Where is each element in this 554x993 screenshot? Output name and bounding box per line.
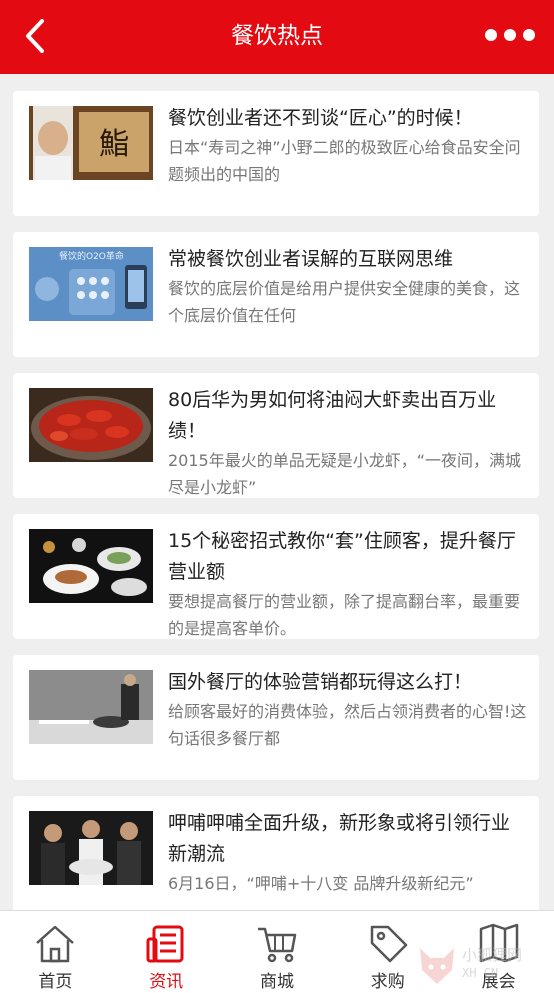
news-icon bbox=[146, 925, 184, 963]
more-button[interactable] bbox=[484, 24, 536, 46]
article-card[interactable]: 国外餐厅的体验营销都玩得这么打！ 给顾客最好的消费体验，然后占领消费者的心智!这… bbox=[13, 655, 539, 780]
article-desc: 给顾客最好的消费体验，然后占领消费者的心智!这句话很多餐厅都 bbox=[168, 702, 527, 748]
article-list: 鮨 餐饮创业者还不到谈“匠心”的时候！ 日本“寿司之神”小野二郎的极致匠心给食品… bbox=[13, 91, 539, 937]
article-card[interactable]: 餐饮的O2O革命 常被餐饮创业者误解的互联网思维 餐饮的底层价值是给用户提供安全… bbox=[13, 232, 539, 357]
tab-label: 首页 bbox=[38, 972, 73, 992]
article-title: 常被餐饮创业者误解的互联网思维 bbox=[168, 248, 454, 270]
article-title: 国外餐厅的体验营销都玩得这么打！ bbox=[168, 671, 473, 693]
article-thumbnail bbox=[29, 811, 153, 885]
watermark-text: 小狐狸网 bbox=[462, 946, 523, 964]
chevron-left-icon bbox=[26, 19, 44, 53]
article-desc: 要想提高餐厅的营业额，除了提高翻台率，最重要的是提高客单价。 bbox=[168, 592, 521, 636]
article-desc: 日本“寿司之神”小野二郎的极致匠心给食品安全问题频出的中国的 bbox=[168, 138, 521, 184]
article-thumbnail bbox=[29, 670, 153, 744]
article-card[interactable]: 鮨 餐饮创业者还不到谈“匠心”的时候！ 日本“寿司之神”小野二郎的极致匠心给食品… bbox=[13, 91, 539, 216]
tab-home[interactable]: 首页 bbox=[0, 911, 111, 993]
article-card[interactable]: 80后华为男如何将油闷大虾卖出百万业绩！ 2015年最火的单品无疑是小龙虾，“一… bbox=[13, 373, 539, 498]
thumb-banner-text: 餐饮的O2O革命 bbox=[59, 250, 124, 262]
article-desc: 6月16日，“呷哺+十八变 品牌升级新纪元” bbox=[168, 874, 474, 893]
tab-label: 资讯 bbox=[149, 972, 184, 992]
tab-news[interactable]: 资讯 bbox=[111, 911, 222, 993]
watermark-subtext: XH CN bbox=[462, 966, 499, 980]
tab-mall[interactable]: 商城 bbox=[222, 911, 333, 993]
article-title: 80后华为男如何将油闷大虾卖出百万业绩！ bbox=[168, 389, 497, 442]
article-title: 呷哺呷哺全面升级，新形象或将引领行业新潮流 bbox=[168, 812, 511, 865]
article-desc: 2015年最火的单品无疑是小龙虾，“一夜间，满城尽是小龙虾” bbox=[168, 451, 522, 495]
article-thumbnail: 餐饮的O2O革命 bbox=[29, 247, 153, 321]
tab-label: 商城 bbox=[259, 972, 294, 992]
more-dots-icon bbox=[485, 29, 535, 41]
page-title: 餐饮热点 bbox=[231, 23, 323, 49]
article-desc: 餐饮的底层价值是给用户提供安全健康的美食，这个底层价值在任何 bbox=[168, 279, 521, 325]
article-thumbnail: 鮨 bbox=[29, 106, 153, 180]
article-card[interactable]: 15个秘密招式教你“套”住顾客，提升餐厅营业额 要想提高餐厅的营业额，除了提高翻… bbox=[13, 514, 539, 639]
article-title: 餐饮创业者还不到谈“匠心”的时候！ bbox=[168, 107, 473, 129]
home-icon bbox=[36, 925, 75, 963]
article-card[interactable]: 呷哺呷哺全面升级，新形象或将引领行业新潮流 6月16日，“呷哺+十八变 品牌升级… bbox=[13, 796, 539, 921]
back-button[interactable] bbox=[20, 17, 52, 55]
article-title: 15个秘密招式教你“套”住顾客，提升餐厅营业额 bbox=[168, 530, 516, 583]
top-bar: 餐饮热点 bbox=[0, 0, 554, 74]
fox-logo-icon bbox=[420, 948, 454, 984]
tag-icon bbox=[370, 925, 408, 963]
watermark: 小狐狸网 XH CN bbox=[414, 940, 554, 993]
cart-icon bbox=[257, 927, 297, 963]
article-thumbnail bbox=[29, 529, 153, 603]
article-thumbnail bbox=[29, 388, 153, 462]
thumb-sign-text: 鮨 bbox=[99, 127, 129, 162]
